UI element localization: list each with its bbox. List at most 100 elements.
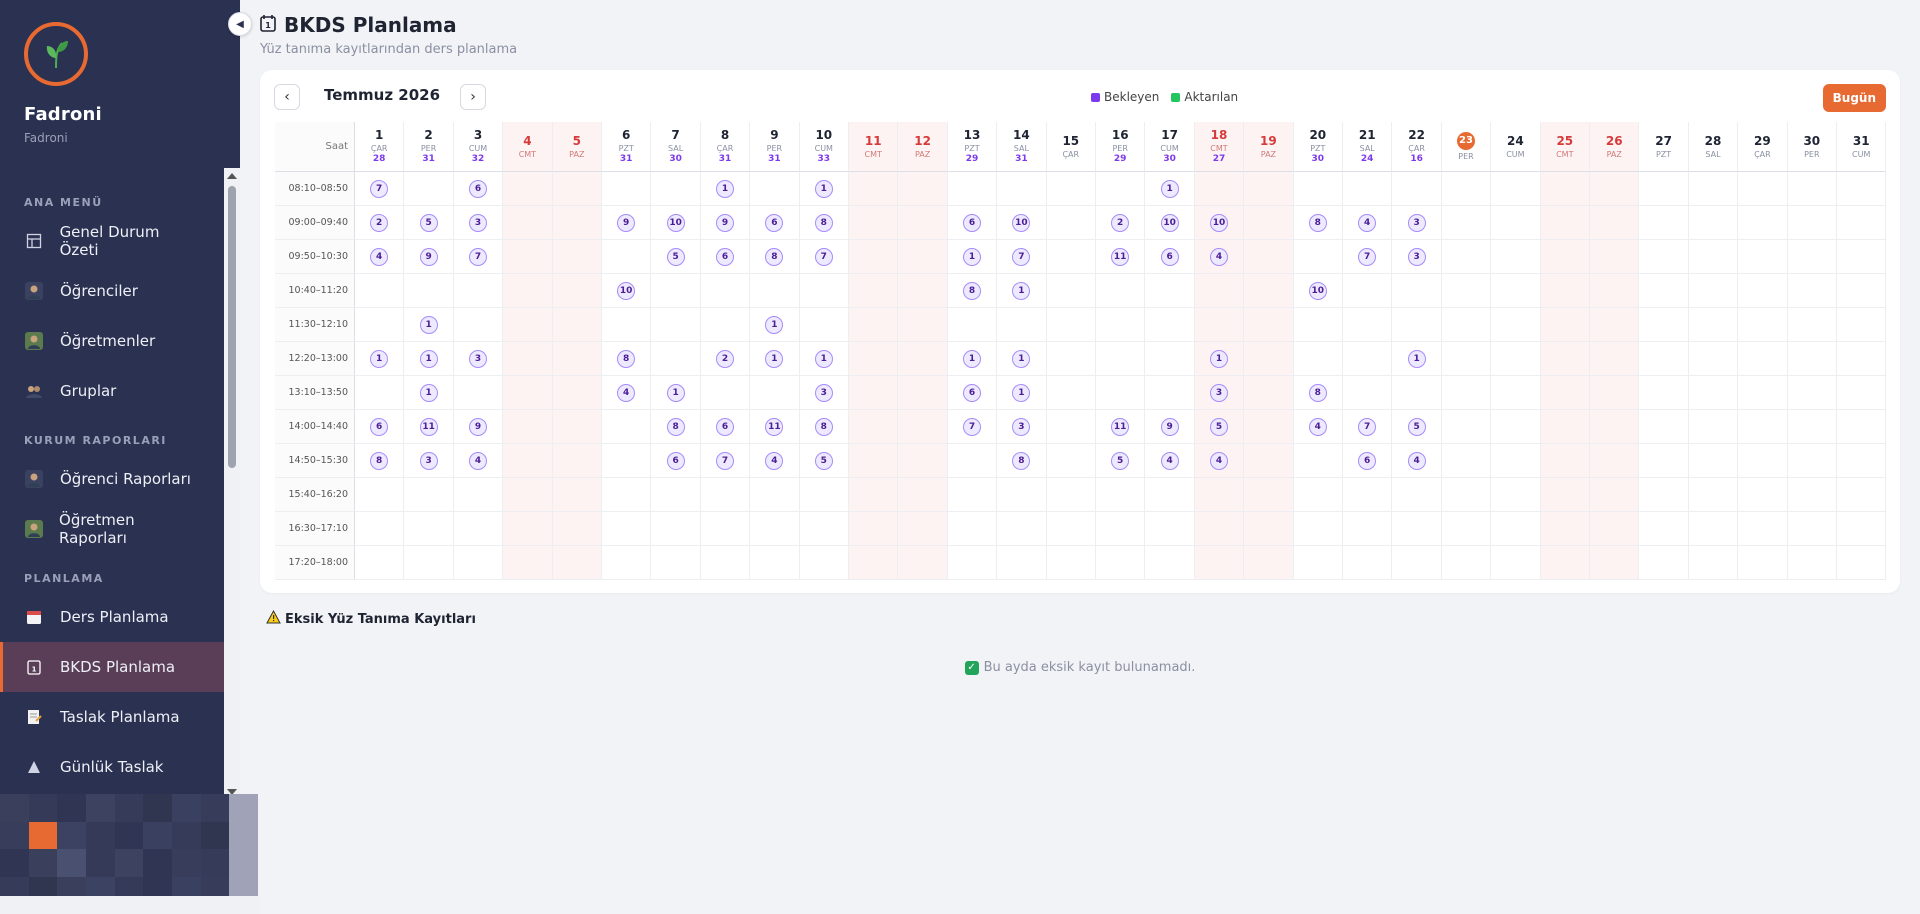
- sidebar-item-group[interactable]: Gruplar: [0, 366, 224, 416]
- schedule-cell[interactable]: [1392, 172, 1442, 206]
- schedule-cell[interactable]: [750, 512, 800, 546]
- schedule-cell[interactable]: [552, 376, 602, 410]
- pending-count-badge[interactable]: 5: [1209, 417, 1228, 436]
- schedule-cell[interactable]: 10: [1145, 206, 1195, 240]
- schedule-cell[interactable]: 4: [1194, 444, 1245, 478]
- schedule-cell[interactable]: [1046, 274, 1096, 308]
- schedule-cell[interactable]: [700, 512, 751, 546]
- schedule-cell[interactable]: 6: [1145, 240, 1195, 274]
- schedule-cell[interactable]: 7: [997, 240, 1047, 274]
- sidebar-item-grid[interactable]: Genel Durum Özeti: [0, 216, 224, 266]
- schedule-cell[interactable]: [404, 478, 454, 512]
- schedule-cell[interactable]: [1343, 512, 1393, 546]
- schedule-cell[interactable]: [1590, 240, 1640, 274]
- schedule-cell[interactable]: [1787, 342, 1837, 376]
- schedule-cell[interactable]: [1046, 444, 1096, 478]
- schedule-cell[interactable]: [1639, 444, 1689, 478]
- schedule-cell[interactable]: [1837, 342, 1887, 376]
- schedule-cell[interactable]: 7: [799, 240, 849, 274]
- pending-count-badge[interactable]: 4: [1358, 213, 1377, 232]
- schedule-cell[interactable]: [1392, 512, 1442, 546]
- pending-count-badge[interactable]: 3: [468, 349, 487, 368]
- schedule-cell[interactable]: [1293, 308, 1343, 342]
- schedule-cell[interactable]: [453, 512, 504, 546]
- pending-count-badge[interactable]: 4: [1209, 247, 1228, 266]
- schedule-cell[interactable]: [1194, 172, 1245, 206]
- pending-count-badge[interactable]: 1: [765, 349, 784, 368]
- schedule-cell[interactable]: [1688, 478, 1739, 512]
- schedule-cell[interactable]: [997, 512, 1047, 546]
- schedule-cell[interactable]: [1738, 308, 1788, 342]
- schedule-cell[interactable]: [1688, 342, 1739, 376]
- schedule-cell[interactable]: [1096, 512, 1146, 546]
- schedule-cell[interactable]: [849, 172, 899, 206]
- schedule-cell[interactable]: [750, 274, 800, 308]
- schedule-cell[interactable]: [1491, 206, 1541, 240]
- schedule-cell[interactable]: [750, 546, 800, 580]
- pending-count-badge[interactable]: 11: [1111, 417, 1130, 436]
- schedule-cell[interactable]: [1738, 342, 1788, 376]
- schedule-cell[interactable]: [602, 172, 652, 206]
- pending-count-badge[interactable]: 6: [765, 213, 784, 232]
- schedule-cell[interactable]: [1540, 240, 1590, 274]
- pending-count-badge[interactable]: 1: [370, 349, 389, 368]
- schedule-cell[interactable]: [1343, 546, 1393, 580]
- schedule-cell[interactable]: [1837, 512, 1887, 546]
- schedule-cell[interactable]: [1244, 512, 1294, 546]
- schedule-cell[interactable]: [552, 410, 602, 444]
- schedule-cell[interactable]: 3: [1392, 240, 1442, 274]
- day-header[interactable]: 4 CMT: [503, 122, 553, 172]
- schedule-cell[interactable]: 6: [700, 240, 751, 274]
- schedule-cell[interactable]: 8: [750, 240, 800, 274]
- pending-count-badge[interactable]: 1: [962, 349, 981, 368]
- schedule-cell[interactable]: 1: [404, 308, 454, 342]
- schedule-cell[interactable]: [1293, 478, 1343, 512]
- schedule-cell[interactable]: [1688, 546, 1739, 580]
- schedule-cell[interactable]: [1244, 308, 1294, 342]
- schedule-cell[interactable]: [1688, 376, 1739, 410]
- day-header[interactable]: 5 PAZ: [552, 122, 602, 172]
- schedule-cell[interactable]: [1293, 342, 1343, 376]
- sidebar-item-teacher[interactable]: Öğretmenler: [0, 316, 224, 366]
- pending-count-badge[interactable]: 8: [666, 417, 685, 436]
- schedule-cell[interactable]: 1: [1145, 172, 1195, 206]
- schedule-cell[interactable]: [1590, 512, 1640, 546]
- schedule-cell[interactable]: [1639, 206, 1689, 240]
- schedule-cell[interactable]: [700, 546, 751, 580]
- schedule-cell[interactable]: [453, 274, 504, 308]
- schedule-cell[interactable]: [1343, 308, 1393, 342]
- schedule-cell[interactable]: 1: [997, 274, 1047, 308]
- schedule-cell[interactable]: 4: [355, 240, 405, 274]
- schedule-cell[interactable]: [1343, 172, 1393, 206]
- today-button[interactable]: Bugün: [1822, 84, 1886, 112]
- schedule-cell[interactable]: [355, 308, 405, 342]
- schedule-cell[interactable]: 7: [700, 444, 751, 478]
- schedule-cell[interactable]: [1837, 308, 1887, 342]
- pending-count-badge[interactable]: 6: [666, 451, 685, 470]
- schedule-cell[interactable]: [849, 240, 899, 274]
- pending-count-badge[interactable]: 6: [1160, 247, 1179, 266]
- schedule-cell[interactable]: 11: [750, 410, 800, 444]
- sidebar-item-draft[interactable]: Taslak Planlama: [0, 692, 224, 742]
- day-header[interactable]: 17 CUM 30: [1145, 122, 1195, 172]
- pending-count-badge[interactable]: 10: [1160, 213, 1179, 232]
- pending-count-badge[interactable]: 1: [715, 179, 734, 198]
- day-header[interactable]: 29 ÇAR: [1738, 122, 1788, 172]
- schedule-cell[interactable]: [404, 546, 454, 580]
- schedule-cell[interactable]: [1343, 478, 1393, 512]
- schedule-cell[interactable]: [1688, 274, 1739, 308]
- schedule-cell[interactable]: 8: [1293, 376, 1343, 410]
- schedule-cell[interactable]: [1787, 376, 1837, 410]
- day-header[interactable]: 18 CMT 27: [1194, 122, 1245, 172]
- schedule-cell[interactable]: 6: [700, 410, 751, 444]
- schedule-cell[interactable]: [898, 240, 948, 274]
- schedule-cell[interactable]: 5: [799, 444, 849, 478]
- schedule-cell[interactable]: [1244, 342, 1294, 376]
- schedule-cell[interactable]: 9: [602, 206, 652, 240]
- schedule-cell[interactable]: [1738, 444, 1788, 478]
- schedule-cell[interactable]: [898, 478, 948, 512]
- schedule-cell[interactable]: 10: [651, 206, 701, 240]
- pending-count-badge[interactable]: 8: [814, 213, 833, 232]
- schedule-cell[interactable]: [503, 274, 553, 308]
- pending-count-badge[interactable]: 1: [962, 247, 981, 266]
